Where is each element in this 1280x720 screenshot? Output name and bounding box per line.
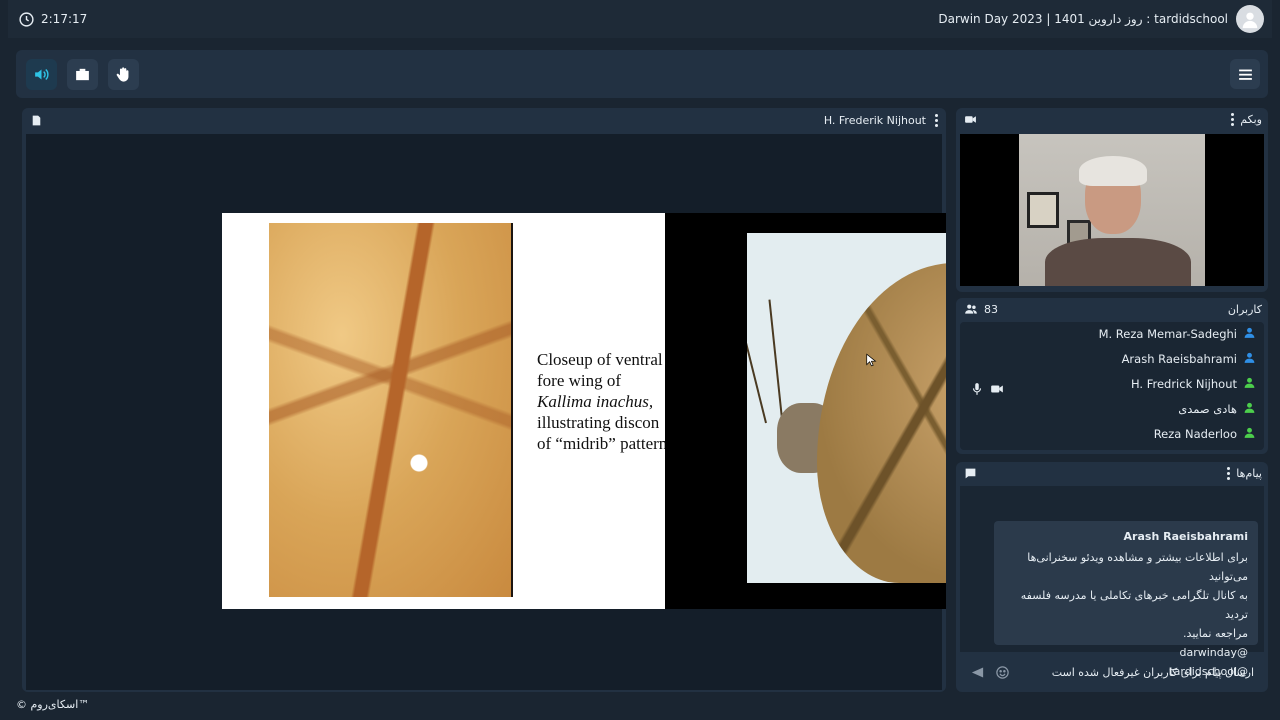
- user-icon: [1244, 328, 1255, 339]
- raise-hand-icon: [116, 66, 129, 82]
- user-name: Arash Raeisbahrami: [1121, 352, 1237, 367]
- presentation-options-icon[interactable]: [934, 113, 938, 127]
- toolbar: [16, 50, 1268, 98]
- slide-caption: Closeup of ventral fore wing of Kallima …: [537, 349, 667, 454]
- chat-input-placeholder: ارسال پیام برای کاربران غیرفعال شده است: [1051, 665, 1254, 679]
- menu-button[interactable]: [1230, 59, 1260, 89]
- user-item[interactable]: Reza Naderloo: [960, 421, 1264, 446]
- hamburger-icon: [1238, 69, 1252, 80]
- message-sender: Arash Raeisbahrami: [1123, 530, 1248, 543]
- caption-line: fore wing of: [537, 371, 622, 390]
- message-line: برای اطلاعات بیشتر و مشاهده ویدئو سخنران…: [1027, 551, 1248, 583]
- caption-line: of “midrib” pattern: [537, 434, 667, 453]
- butterfly-photo: [747, 233, 946, 583]
- webcam-panel: وبکم: [956, 108, 1268, 292]
- clock-time: 2:17:17: [41, 12, 88, 26]
- share-button[interactable]: [67, 58, 98, 90]
- user-icon: [1244, 402, 1255, 413]
- leaf-photo: [269, 223, 513, 597]
- presenter-media-status: [970, 382, 1004, 396]
- mouse-cursor-icon: [866, 353, 877, 367]
- room-name: tardidschool : روز داروین 1401 | Darwin …: [938, 12, 1228, 26]
- webcam-options-icon[interactable]: [1230, 112, 1234, 126]
- chat-input-bar: ارسال پیام برای کاربران غیرفعال شده است: [960, 656, 1264, 688]
- video-camera-icon: [965, 115, 976, 123]
- presentation-header: H. Frederik Nijhout: [22, 108, 946, 132]
- footer-brand: © اسکای‌روم™: [16, 698, 89, 711]
- message-line: مراجعه نمایید.: [1183, 627, 1248, 640]
- users-title: کاربران: [1227, 302, 1262, 316]
- window-icon: [76, 68, 89, 80]
- document-icon: [32, 115, 41, 125]
- user-name: Reza Naderloo: [1153, 426, 1237, 441]
- send-icon[interactable]: [970, 665, 985, 680]
- chat-message: Arash Raeisbahrami برای اطلاعات بیشتر و …: [994, 521, 1258, 678]
- user-item[interactable]: Arash Raeisbahrami: [960, 347, 1264, 372]
- speaker-video-frame: [1019, 134, 1205, 286]
- brand-text: © اسکای‌روم™: [16, 698, 90, 711]
- user-item[interactable]: M. Reza Memar-Sadeghi: [960, 322, 1264, 347]
- user-icon: [1244, 353, 1255, 364]
- caption-line: Kallima inachus,: [537, 392, 654, 411]
- message-line: به کانال تلگرامی خبرهای تکاملی یا مدرسه …: [1020, 589, 1248, 621]
- chat-title: پیام‌ها: [1236, 466, 1262, 480]
- session-clock: 2:17:17: [18, 11, 87, 28]
- user-name: H. Fredrick Nijhout: [1130, 376, 1237, 391]
- speaker-icon: [35, 68, 49, 80]
- presentation-panel: H. Frederik Nijhout Closeup of ventral f…: [22, 108, 946, 692]
- clock-icon: [19, 11, 34, 27]
- caption-line: Closeup of ventral: [537, 350, 663, 369]
- user-icon: [1244, 427, 1255, 438]
- avatar[interactable]: [1236, 5, 1264, 33]
- chat-panel: پیام‌ها Arash Raeisbahrami برای اطلاعات …: [956, 462, 1268, 692]
- slide: Closeup of ventral fore wing of Kallima …: [222, 213, 946, 609]
- raise-hand-button[interactable]: [108, 58, 139, 90]
- webcam-title: وبکم: [1240, 112, 1262, 126]
- room-info: tardidschool : روز داروین 1401 | Darwin …: [938, 5, 1264, 33]
- chat-options-icon[interactable]: [1226, 466, 1230, 480]
- users-icon: [965, 304, 977, 314]
- user-name: M. Reza Memar-Sadeghi: [1098, 327, 1237, 342]
- webcam-video: [960, 134, 1264, 286]
- user-name: هادی صمدی: [1178, 401, 1237, 416]
- user-avatar-icon: [1242, 12, 1258, 29]
- caption-line: illustrating discon: [537, 413, 660, 432]
- users-count: 83: [984, 302, 998, 316]
- video-camera-icon: [991, 385, 1003, 393]
- user-item[interactable]: H. Fredrick Nijhout: [960, 372, 1264, 397]
- microphone-icon: [972, 383, 982, 395]
- presenter-name: H. Frederik Nijhout: [823, 113, 926, 127]
- chat-messages: Arash Raeisbahrami برای اطلاعات بیشتر و …: [960, 486, 1264, 678]
- audio-button[interactable]: [26, 58, 57, 90]
- top-bar: 2:17:17 tardidschool : روز داروین 1401 |…: [8, 0, 1272, 38]
- chat-icon: [965, 468, 976, 478]
- slide-viewport: Closeup of ventral fore wing of Kallima …: [26, 134, 946, 690]
- user-icon: [1244, 377, 1255, 388]
- users-list: M. Reza Memar-Sadeghi Arash Raeisbahrami…: [960, 322, 1264, 450]
- users-panel: 83 کاربران M. Reza Memar-Sadeghi Arash R…: [956, 298, 1268, 454]
- emoji-icon[interactable]: [995, 665, 1010, 680]
- user-item[interactable]: هادی صمدی: [960, 396, 1264, 421]
